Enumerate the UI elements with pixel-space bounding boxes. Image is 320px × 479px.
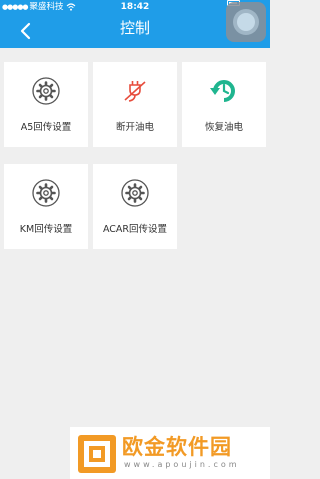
- tile-km-settings[interactable]: KM回传设置: [4, 164, 88, 249]
- gear-icon: [32, 179, 60, 207]
- tile-label: ACAR回传设置: [102, 224, 168, 235]
- gear-icon: [32, 77, 60, 105]
- restore-power-icon: [210, 80, 235, 102]
- assistive-touch-inner-ring: [237, 13, 255, 31]
- tile-a5-settings[interactable]: A5回传设置: [4, 62, 88, 147]
- tile-label: 恢复油电: [204, 122, 243, 133]
- tile-label: 断开油电: [115, 122, 154, 133]
- tile-cut-power[interactable]: 断开油电: [93, 62, 177, 147]
- gear-icon: [121, 179, 149, 207]
- cut-power-icon: [124, 81, 146, 102]
- watermark-url: www.apoujin.com: [124, 460, 240, 469]
- tile-label: A5回传设置: [20, 122, 72, 133]
- tile-restore-power[interactable]: 恢复油电: [182, 62, 266, 147]
- site-watermark: 欧金软件园 www.apoujin.com: [70, 427, 270, 479]
- tile-label: KM回传设置: [19, 224, 73, 235]
- watermark-logo-icon: [78, 435, 116, 473]
- watermark-title: 欧金软件园: [122, 435, 232, 459]
- tile-acar-settings[interactable]: ACAR回传设置: [93, 164, 177, 249]
- assistive-touch-button[interactable]: [226, 2, 266, 42]
- top-bar: ●●●●● 聚盛科技 18:42 控制: [0, 0, 270, 48]
